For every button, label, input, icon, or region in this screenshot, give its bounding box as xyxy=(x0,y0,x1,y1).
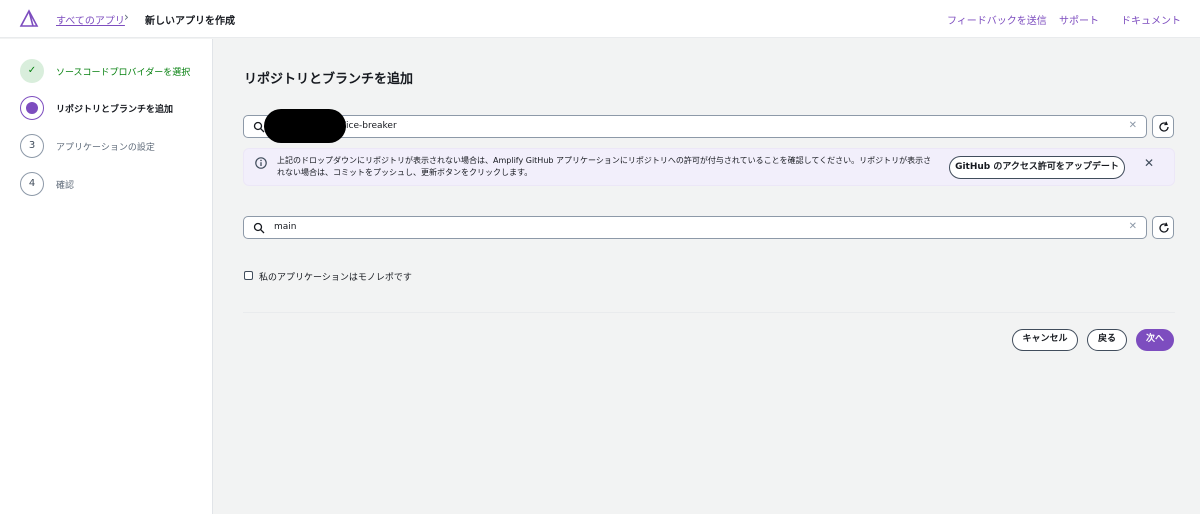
cancel-button[interactable]: キャンセル xyxy=(1012,329,1078,351)
page-title: リポジトリとブランチを追加 xyxy=(244,72,414,87)
breadcrumb-current-page: 新しいアプリを作成 xyxy=(145,16,235,27)
step-app-settings: 3 アプリケーションの設定 xyxy=(20,134,210,158)
step-done-check-icon: ✓ xyxy=(20,59,44,83)
monorepo-checkbox[interactable] xyxy=(244,271,253,280)
divider xyxy=(243,312,1175,313)
step-number: 4 xyxy=(20,172,44,196)
search-icon xyxy=(253,222,265,234)
refresh-icon xyxy=(1159,222,1169,233)
redacted-overlay xyxy=(264,109,346,143)
clear-icon[interactable]: ✕ xyxy=(1129,120,1137,131)
top-navigation-bar: すべてのアプリ › 新しいアプリを作成 フィードバックを送信 サポート ドキュメ… xyxy=(0,0,1200,38)
documentation-link[interactable]: ドキュメント xyxy=(1121,12,1181,27)
step-label: アプリケーションの設定 xyxy=(56,143,155,153)
amplify-logo-icon[interactable] xyxy=(19,9,39,29)
info-icon xyxy=(255,157,267,169)
send-feedback-link[interactable]: フィードバックを送信 xyxy=(947,12,1047,27)
step-label: ソースコードプロバイダーを選択 xyxy=(56,68,191,78)
back-button[interactable]: 戻る xyxy=(1087,329,1127,351)
close-icon[interactable]: ✕ xyxy=(1144,156,1154,170)
monorepo-label: 私のアプリケーションはモノレポです xyxy=(259,273,412,283)
step-label: 確認 xyxy=(56,181,75,191)
repository-value: /ice-breaker xyxy=(343,121,397,131)
branch-select-input[interactable]: main ✕ xyxy=(243,216,1147,239)
support-link[interactable]: サポート xyxy=(1059,12,1099,27)
next-button[interactable]: 次へ xyxy=(1136,329,1174,351)
wizard-steps-sidebar: ✓ ソースコードプロバイダーを選択 リポジトリとブランチを追加 3 アプリケーシ… xyxy=(0,39,213,514)
clear-icon[interactable]: ✕ xyxy=(1129,221,1137,232)
step-number: 3 xyxy=(20,134,44,158)
info-alert: 上記のドロップダウンにリポジトリが表示されない場合は、Amplify GitHu… xyxy=(243,148,1175,186)
breadcrumb-chevron-icon: › xyxy=(124,10,129,24)
branch-value: main xyxy=(274,222,297,232)
step-source-provider[interactable]: ✓ ソースコードプロバイダーを選択 xyxy=(20,59,210,83)
repository-select-input[interactable]: /ice-breaker ✕ xyxy=(243,115,1147,138)
refresh-repositories-button[interactable] xyxy=(1152,115,1174,138)
step-review: 4 確認 xyxy=(20,172,210,196)
step-current-indicator-icon xyxy=(20,96,44,120)
refresh-branches-button[interactable] xyxy=(1152,216,1174,239)
step-add-repo-branch: リポジトリとブランチを追加 xyxy=(20,96,210,120)
refresh-icon xyxy=(1159,121,1169,132)
alert-message: 上記のドロップダウンにリポジトリが表示されない場合は、Amplify GitHu… xyxy=(277,156,932,177)
update-github-permissions-button[interactable]: GitHub のアクセス許可をアップデート xyxy=(949,156,1125,179)
breadcrumb-all-apps-link[interactable]: すべてのアプリ xyxy=(56,12,125,27)
step-label: リポジトリとブランチを追加 xyxy=(56,105,174,115)
